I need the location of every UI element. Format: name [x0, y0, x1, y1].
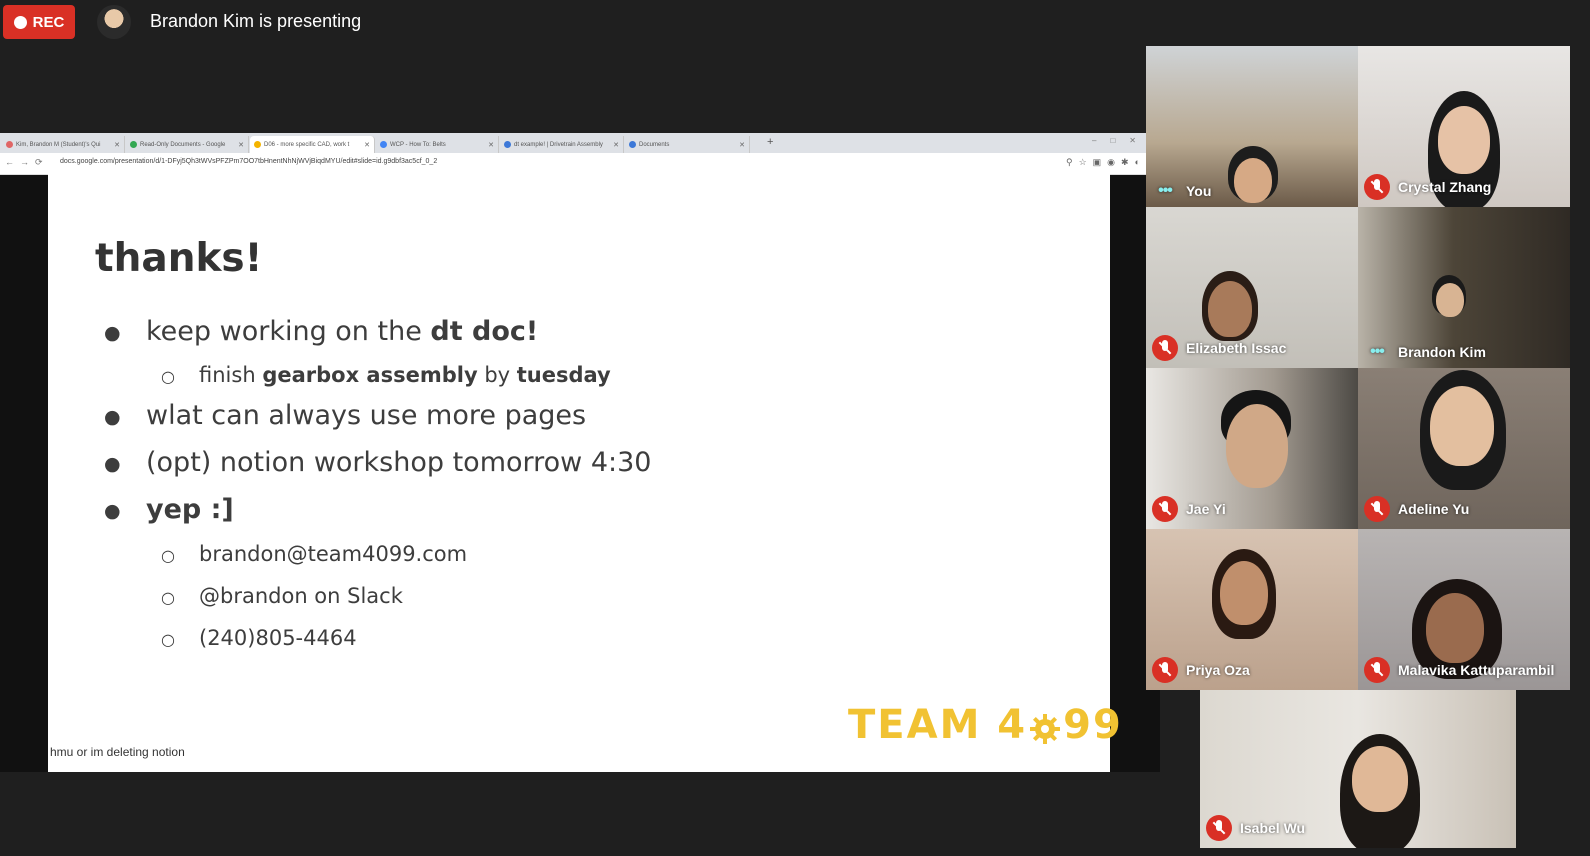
rec-label: REC: [32, 13, 65, 31]
mic-off-icon: [1152, 657, 1178, 683]
participant-name-jae-yi: Jae Yi: [1152, 496, 1226, 522]
slide-caption: hmu or im deleting notion: [50, 745, 185, 759]
mic-off-icon: [1364, 657, 1390, 683]
participant-name-crystal-zhang: Crystal Zhang: [1364, 174, 1491, 200]
close-tab-icon[interactable]: ✕: [114, 141, 120, 149]
presentation-slide: thanks! keep working on the dt doc! fini…: [48, 174, 1121, 772]
presenter-status: Brandon Kim is presenting: [150, 11, 362, 31]
speaking-indicator-icon: •••: [1370, 343, 1385, 360]
mic-off-icon: [1152, 335, 1178, 361]
participant-name-adeline-yu: Adeline Yu: [1364, 496, 1469, 522]
participant-name-brandon-kim: ••• Brandon Kim: [1364, 343, 1486, 361]
mic-off-icon: [1152, 496, 1178, 522]
mic-off-icon: [1364, 174, 1390, 200]
navigation-arrows-icon[interactable]: ←→⟳: [5, 157, 49, 168]
browser-tab-3-active[interactable]: D06 - more specific CAD, work t ✕: [250, 136, 375, 153]
window-controls-icon[interactable]: –□✕: [1092, 136, 1150, 145]
mic-off-icon: [1206, 815, 1232, 841]
tab-favicon-icon: [380, 141, 387, 148]
participant-name-malavika-kattuparambil: Malavika Kattuparambil: [1364, 657, 1554, 683]
close-tab-icon[interactable]: ✕: [739, 141, 745, 149]
recording-badge: REC: [3, 5, 75, 39]
browser-extensions-icon[interactable]: ⚲☆▣◉✱◐: [1066, 157, 1146, 168]
tab-favicon-icon: [629, 141, 636, 148]
tab-label: Read-Only Documents - Google: [140, 141, 226, 148]
browser-tab-4[interactable]: WCP - How To: Belts ✕: [376, 136, 499, 153]
team-logo: TEAM 4 99: [848, 702, 1123, 748]
participant-tile-malavika-kattuparambil[interactable]: Malavika Kattuparambil: [1358, 529, 1570, 690]
browser-tab-5[interactable]: dt example! | Drivetrain Assembly ✕: [500, 136, 624, 153]
speaking-indicator-icon: •••: [1158, 182, 1173, 199]
close-tab-icon[interactable]: ✕: [364, 141, 370, 149]
participant-name-you: ••• You: [1152, 182, 1211, 200]
mic-off-icon: [1364, 496, 1390, 522]
participant-tile-elizabeth-issac[interactable]: Elizabeth Issac: [1146, 207, 1358, 368]
tab-favicon-icon: [254, 141, 261, 148]
url-text[interactable]: docs.google.com/presentation/d/1-DFyj5Qh…: [60, 158, 437, 165]
tab-label: dt example! | Drivetrain Assembly: [514, 141, 603, 148]
browser-tab-1[interactable]: Kim, Brandon M (Student)'s Qui ✕: [2, 136, 125, 153]
participant-name-priya-oza: Priya Oza: [1152, 657, 1250, 683]
new-tab-icon[interactable]: +: [767, 136, 773, 148]
participant-tile-crystal-zhang[interactable]: Crystal Zhang: [1358, 46, 1570, 207]
participant-tile-isabel-wu[interactable]: Isabel Wu: [1200, 690, 1516, 848]
browser-tab-6[interactable]: Documents ✕: [625, 136, 750, 153]
shared-screen: Kim, Brandon M (Student)'s Qui ✕ Read-On…: [0, 133, 1160, 772]
tab-label: WCP - How To: Belts: [390, 141, 446, 148]
close-tab-icon[interactable]: ✕: [613, 141, 619, 149]
tab-label: Documents: [639, 141, 670, 148]
participant-tile-priya-oza[interactable]: Priya Oza: [1146, 529, 1358, 690]
presenter-avatar: [97, 5, 131, 39]
participant-tile-you[interactable]: ••• You: [1146, 46, 1358, 207]
close-tab-icon[interactable]: ✕: [488, 141, 494, 149]
participant-tile-jae-yi[interactable]: Jae Yi: [1146, 368, 1358, 529]
slide-title: thanks!: [95, 236, 263, 281]
tab-favicon-icon: [504, 141, 511, 148]
tab-favicon-icon: [6, 141, 13, 148]
close-tab-icon[interactable]: ✕: [238, 141, 244, 149]
address-bar: ←→⟳ docs.google.com/presentation/d/1-DFy…: [0, 153, 1160, 175]
participant-tile-brandon-kim[interactable]: ••• Brandon Kim: [1358, 207, 1570, 368]
gear-icon: [1029, 709, 1061, 744]
participant-tile-adeline-yu[interactable]: Adeline Yu: [1358, 368, 1570, 529]
browser-tab-2[interactable]: Read-Only Documents - Google ✕: [126, 136, 249, 153]
browser-tabbar: Kim, Brandon M (Student)'s Qui ✕ Read-On…: [0, 133, 1160, 153]
record-dot-icon: [13, 15, 27, 29]
participant-name-isabel-wu: Isabel Wu: [1206, 815, 1305, 841]
tab-favicon-icon: [130, 141, 137, 148]
tab-label: D06 - more specific CAD, work t: [264, 141, 350, 148]
participant-name-elizabeth-issac: Elizabeth Issac: [1152, 335, 1286, 361]
tab-label: Kim, Brandon M (Student)'s Qui: [16, 141, 101, 148]
